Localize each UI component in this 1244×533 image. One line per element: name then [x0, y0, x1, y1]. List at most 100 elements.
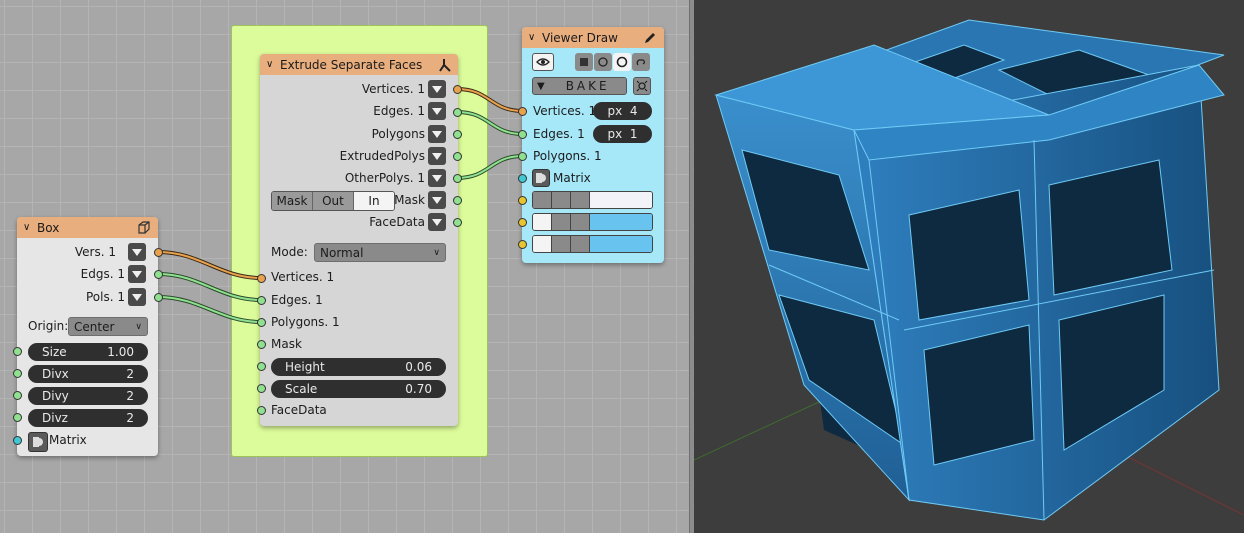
chevron-down-icon: ∨ [433, 247, 440, 258]
socket-box-vers[interactable] [154, 248, 163, 257]
vertex-color-swatch[interactable] [590, 192, 652, 208]
socket-viewer-matrix[interactable] [518, 174, 527, 183]
vertex-color-row [532, 191, 653, 209]
socket-dropdown-icon[interactable] [128, 288, 146, 306]
cube-icon [136, 220, 152, 236]
shade-icon[interactable] [613, 53, 631, 71]
socket-extrude-in-edges[interactable] [257, 296, 266, 305]
mask-mode-out[interactable]: Out [313, 192, 354, 210]
3d-viewport[interactable] [694, 0, 1244, 533]
face-settings-icon[interactable] [571, 236, 590, 252]
socket-viewer-vertex-color[interactable] [518, 196, 527, 205]
solid-icon[interactable] [575, 53, 593, 71]
socket-dropdown-icon[interactable] [428, 191, 446, 209]
socket-extrude-out-polygons[interactable] [453, 130, 462, 139]
link-icon[interactable] [632, 53, 650, 71]
mask-mode-mask[interactable]: Mask [272, 192, 313, 210]
field-label: Size [42, 345, 67, 359]
edge-width-field[interactable]: px 1 [593, 125, 652, 143]
socket-extrude-in-vertices[interactable] [257, 274, 266, 283]
edge-color-swatch[interactable] [590, 214, 652, 230]
socket-dropdown-icon[interactable] [428, 80, 446, 98]
bake-icon: ▼ [537, 80, 548, 92]
socket-label: Vertices. 1 [361, 82, 425, 96]
socket-viewer-edge-color[interactable] [518, 218, 527, 227]
socket-box-pols[interactable] [154, 293, 163, 302]
socket-dropdown-icon[interactable] [128, 243, 146, 261]
socket-viewer-vertices[interactable] [518, 107, 527, 116]
socket-box-divx[interactable] [13, 369, 22, 378]
socket-extrude-in-polygons[interactable] [257, 318, 266, 327]
node-editor[interactable]: ∨ Box Vers. 1 Edgs. 1 Pols. 1 Origin: Ce… [0, 0, 689, 533]
edge-color-row [532, 213, 653, 231]
socket-dropdown-icon[interactable] [428, 213, 446, 231]
eye-icon[interactable] [532, 53, 554, 71]
mode-select[interactable]: Normal ∨ [314, 243, 446, 262]
output-edgs: Edgs. 1 [81, 264, 146, 284]
size-field[interactable]: Size 1.00 [28, 343, 148, 361]
wireframe-icon[interactable] [594, 53, 612, 71]
face-color-swatch[interactable] [590, 236, 652, 252]
socket-box-matrix[interactable] [13, 436, 22, 445]
edge-icon[interactable] [533, 214, 552, 230]
face-toggle-icon[interactable] [552, 236, 571, 252]
extrude-separate-faces-node[interactable]: ∨ Extrude Separate Faces Vertices. 1 Edg… [260, 54, 458, 426]
input-polygons-label: Polygons. 1 [271, 315, 340, 329]
socket-box-edgs[interactable] [154, 270, 163, 279]
viewer-draw-node[interactable]: ∨ Viewer Draw ▼ BAKE Vertices. 1 px 4 Ed… [522, 27, 664, 263]
bake-settings-icon[interactable] [633, 77, 651, 95]
extrude-node-header[interactable]: ∨ Extrude Separate Faces [260, 54, 458, 75]
socket-extrude-out-edges[interactable] [453, 108, 462, 117]
collapse-chevron-icon[interactable]: ∨ [266, 59, 280, 70]
socket-extrude-in-scale[interactable] [257, 384, 266, 393]
socket-dropdown-icon[interactable] [428, 125, 446, 143]
socket-label: Edgs. 1 [80, 267, 125, 281]
collapse-chevron-icon[interactable]: ∨ [23, 222, 37, 233]
box-node-header[interactable]: ∨ Box [17, 217, 158, 238]
socket-box-divz[interactable] [13, 413, 22, 422]
vertex-toggle-icon[interactable] [552, 192, 571, 208]
socket-label: Polygons [371, 127, 425, 141]
collapse-chevron-icon[interactable]: ∨ [528, 32, 542, 43]
matrix-icon[interactable] [28, 432, 48, 452]
divx-field[interactable]: Divx 2 [28, 365, 148, 383]
socket-viewer-polygons[interactable] [518, 152, 527, 161]
matrix-icon[interactable] [532, 169, 550, 187]
scale-field[interactable]: Scale 0.70 [271, 380, 446, 398]
origin-select[interactable]: Center ∨ [68, 317, 148, 336]
socket-dropdown-icon[interactable] [428, 102, 446, 120]
socket-box-divy[interactable] [13, 391, 22, 400]
socket-extrude-in-height[interactable] [257, 362, 266, 371]
socket-dropdown-icon[interactable] [428, 147, 446, 165]
bake-button[interactable]: ▼ BAKE [532, 77, 627, 95]
edge-settings-icon[interactable] [571, 214, 590, 230]
height-field[interactable]: Height 0.06 [271, 358, 446, 376]
vertex-size-field[interactable]: px 4 [593, 102, 652, 120]
field-value: 2 [126, 389, 134, 403]
edge-toggle-icon[interactable] [552, 214, 571, 230]
socket-extrude-out-vertices[interactable] [453, 85, 462, 94]
divy-field[interactable]: Divy 2 [28, 387, 148, 405]
divz-field[interactable]: Divz 2 [28, 409, 148, 427]
socket-extrude-out-otherpolys[interactable] [453, 174, 462, 183]
face-icon[interactable] [533, 236, 552, 252]
socket-extrude-out-facedata[interactable] [453, 218, 462, 227]
socket-extrude-in-facedata[interactable] [257, 406, 266, 415]
socket-extrude-out-extrudedpolys[interactable] [453, 152, 462, 161]
socket-viewer-edges[interactable] [518, 130, 527, 139]
mask-mode-in[interactable]: In [354, 192, 394, 210]
box-node[interactable]: ∨ Box Vers. 1 Edgs. 1 Pols. 1 Origin: Ce… [17, 217, 158, 456]
socket-viewer-face-color[interactable] [518, 240, 527, 249]
vertex-icon[interactable] [533, 192, 552, 208]
output-vers: Vers. 1 [75, 242, 146, 262]
mask-mode-toggle[interactable]: Mask Out In [271, 191, 395, 211]
viewer-node-header[interactable]: ∨ Viewer Draw [522, 27, 664, 48]
node-title: Viewer Draw [542, 30, 618, 45]
socket-box-size[interactable] [13, 347, 22, 356]
socket-dropdown-icon[interactable] [128, 265, 146, 283]
input-matrix-label: Matrix [553, 171, 591, 185]
socket-extrude-out-mask[interactable] [453, 196, 462, 205]
curve-icon[interactable] [571, 192, 590, 208]
socket-extrude-in-mask[interactable] [257, 340, 266, 349]
socket-dropdown-icon[interactable] [428, 169, 446, 187]
